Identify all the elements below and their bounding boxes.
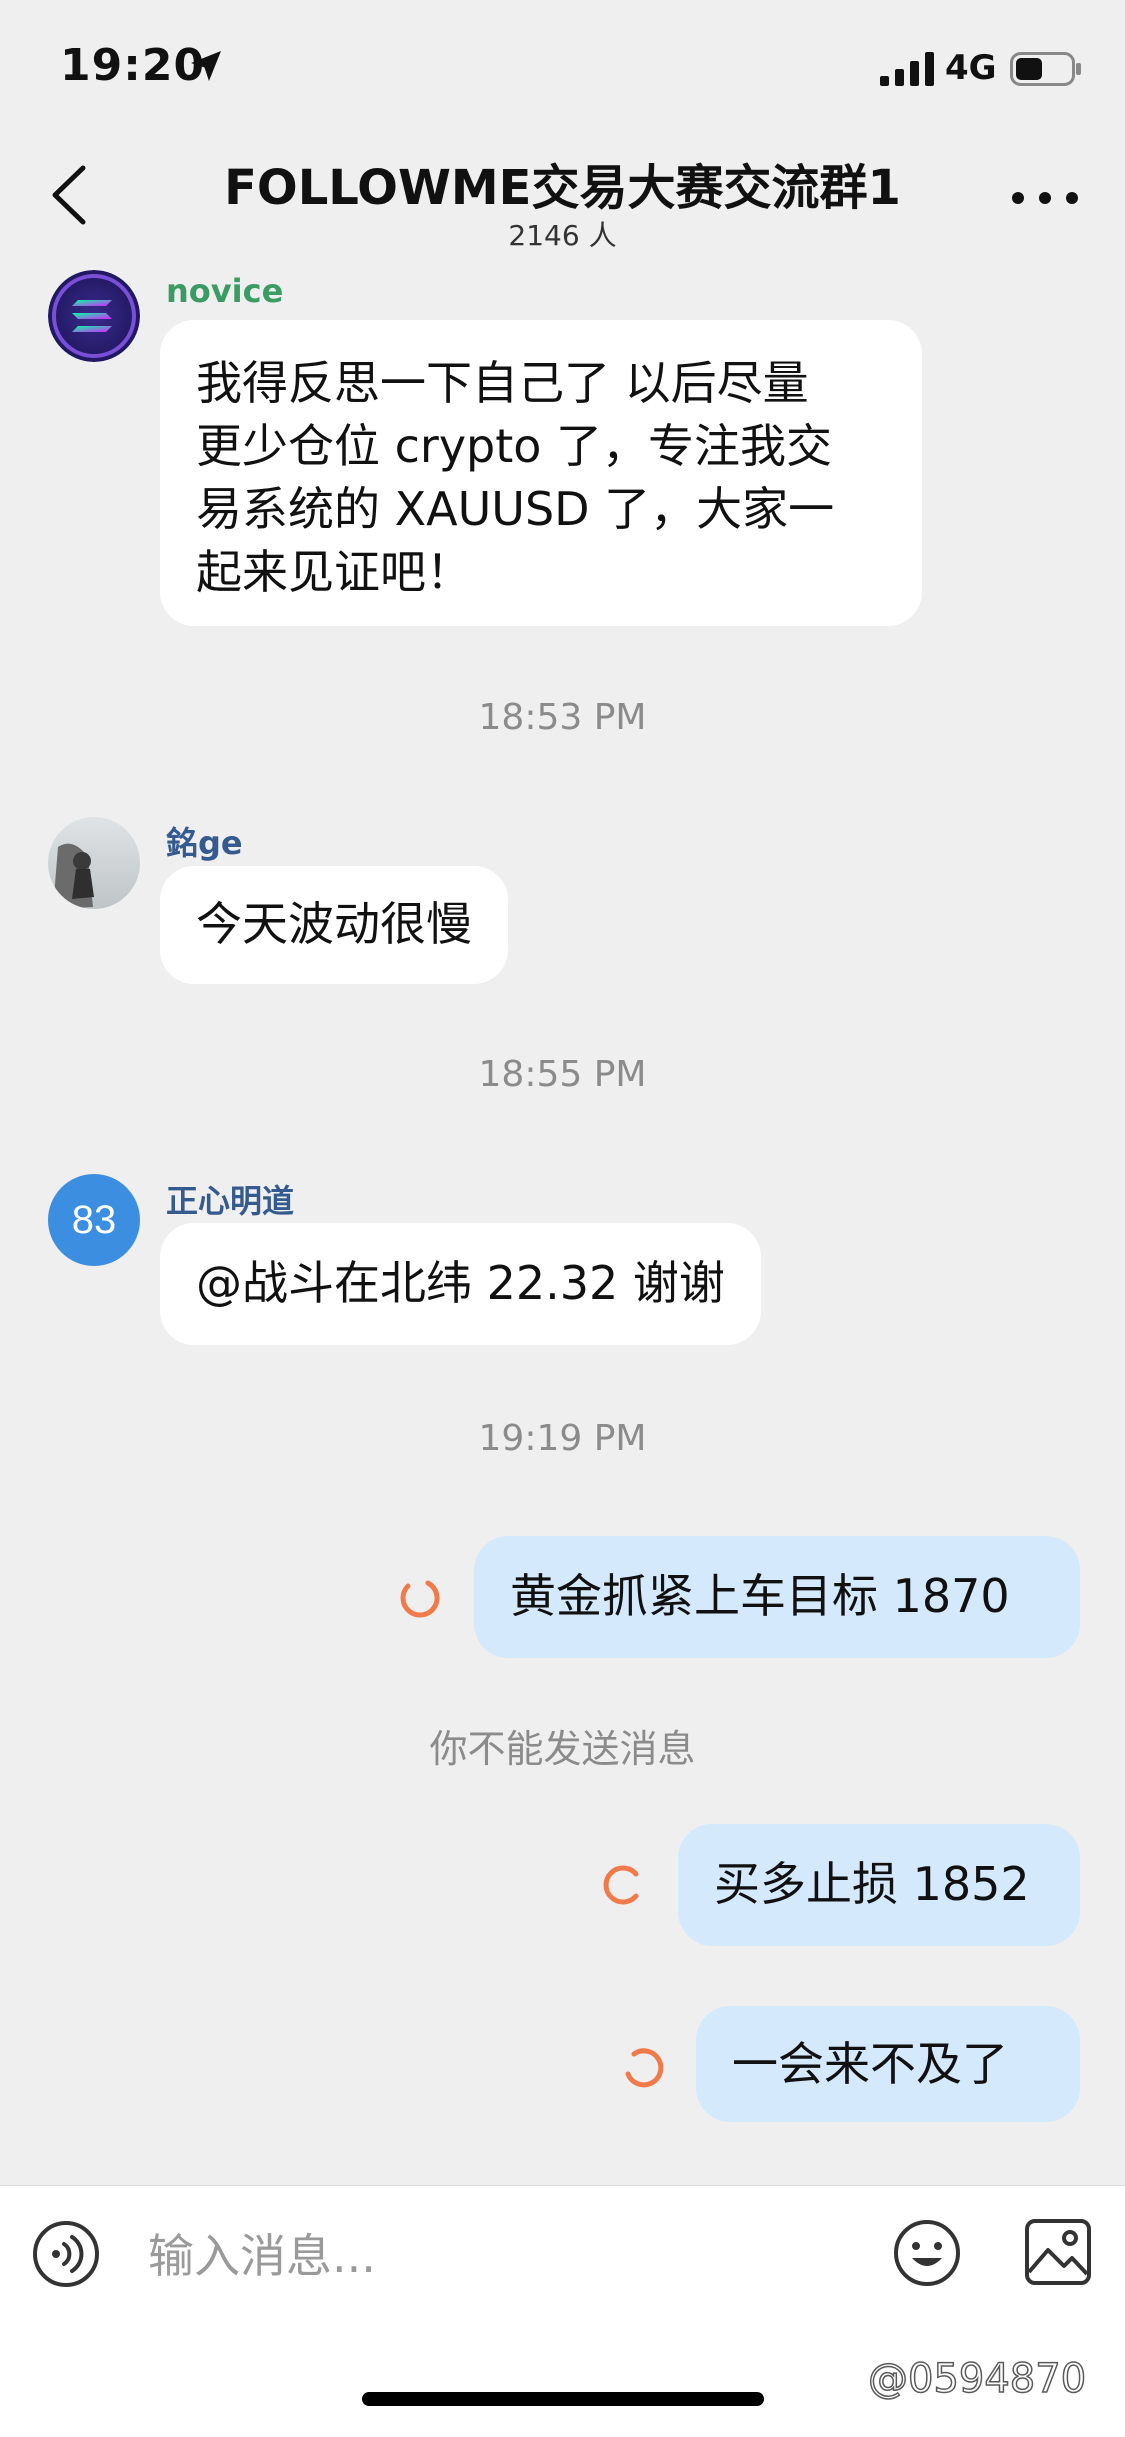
more-options-icon[interactable] (1010, 190, 1080, 206)
timestamp: 18:55 PM (478, 1054, 647, 1095)
timestamp: 19:19 PM (478, 1418, 647, 1459)
watermark-text: @0594870 (867, 2355, 1087, 2403)
message-line: 易系统的 XAUUSD 了，大家一 (196, 482, 835, 536)
sending-spinner-icon (603, 1865, 639, 1905)
emoji-icon[interactable] (892, 2218, 962, 2288)
avatar[interactable] (48, 817, 140, 909)
message-line: 起来见证吧！ (196, 545, 472, 599)
message-bubble[interactable]: 我得反思一下自己了 以后尽量 更少仓位 crypto 了，专注我交 易系统的 X… (160, 320, 922, 626)
home-indicator (362, 2392, 764, 2406)
avatar[interactable]: 83 (48, 1174, 140, 1266)
solana-logo-icon (48, 270, 140, 362)
avatar[interactable] (48, 270, 140, 362)
outgoing-message-bubble[interactable]: 一会来不及了 (696, 2006, 1080, 2122)
location-arrow-icon (191, 51, 221, 81)
image-picker-icon[interactable] (1024, 2218, 1092, 2286)
sending-spinner-icon (625, 2048, 664, 2088)
sender-name: novice (166, 272, 284, 310)
sending-spinner-icon (400, 1580, 440, 1618)
outgoing-message-bubble[interactable]: 黄金抓紧上车目标 1870 (474, 1536, 1080, 1658)
battery-icon (1010, 52, 1081, 86)
message-line: 更少仓位 crypto 了，专注我交 (196, 419, 833, 473)
chat-title: FOLLOWME交易大赛交流群1 (224, 160, 901, 216)
voice-input-icon[interactable] (32, 2220, 100, 2288)
message-line: 我得反思一下自己了 以后尽量 (196, 356, 809, 410)
sender-name: 銘ge (166, 824, 243, 862)
sender-name: 正心明道 (166, 1182, 295, 1220)
network-type: 4G (945, 48, 997, 88)
system-note: 你不能发送消息 (429, 1727, 696, 1771)
status-time: 19:20 (60, 40, 206, 91)
cellular-signal-icon (880, 52, 934, 86)
outgoing-message-bubble[interactable]: 买多止损 1852 (678, 1824, 1080, 1946)
user-photo-avatar (48, 817, 140, 909)
message-bubble[interactable]: @战斗在北纬 22.32 谢谢 (160, 1223, 761, 1345)
message-input[interactable]: 输入消息... (148, 2226, 848, 2286)
timestamp: 18:53 PM (478, 697, 647, 738)
avatar-initials: 83 (71, 1198, 117, 1242)
message-bubble[interactable]: 今天波动很慢 (160, 866, 508, 984)
member-count: 2146 人 (508, 219, 617, 252)
status-bar: 19:20 4G (0, 0, 1125, 140)
